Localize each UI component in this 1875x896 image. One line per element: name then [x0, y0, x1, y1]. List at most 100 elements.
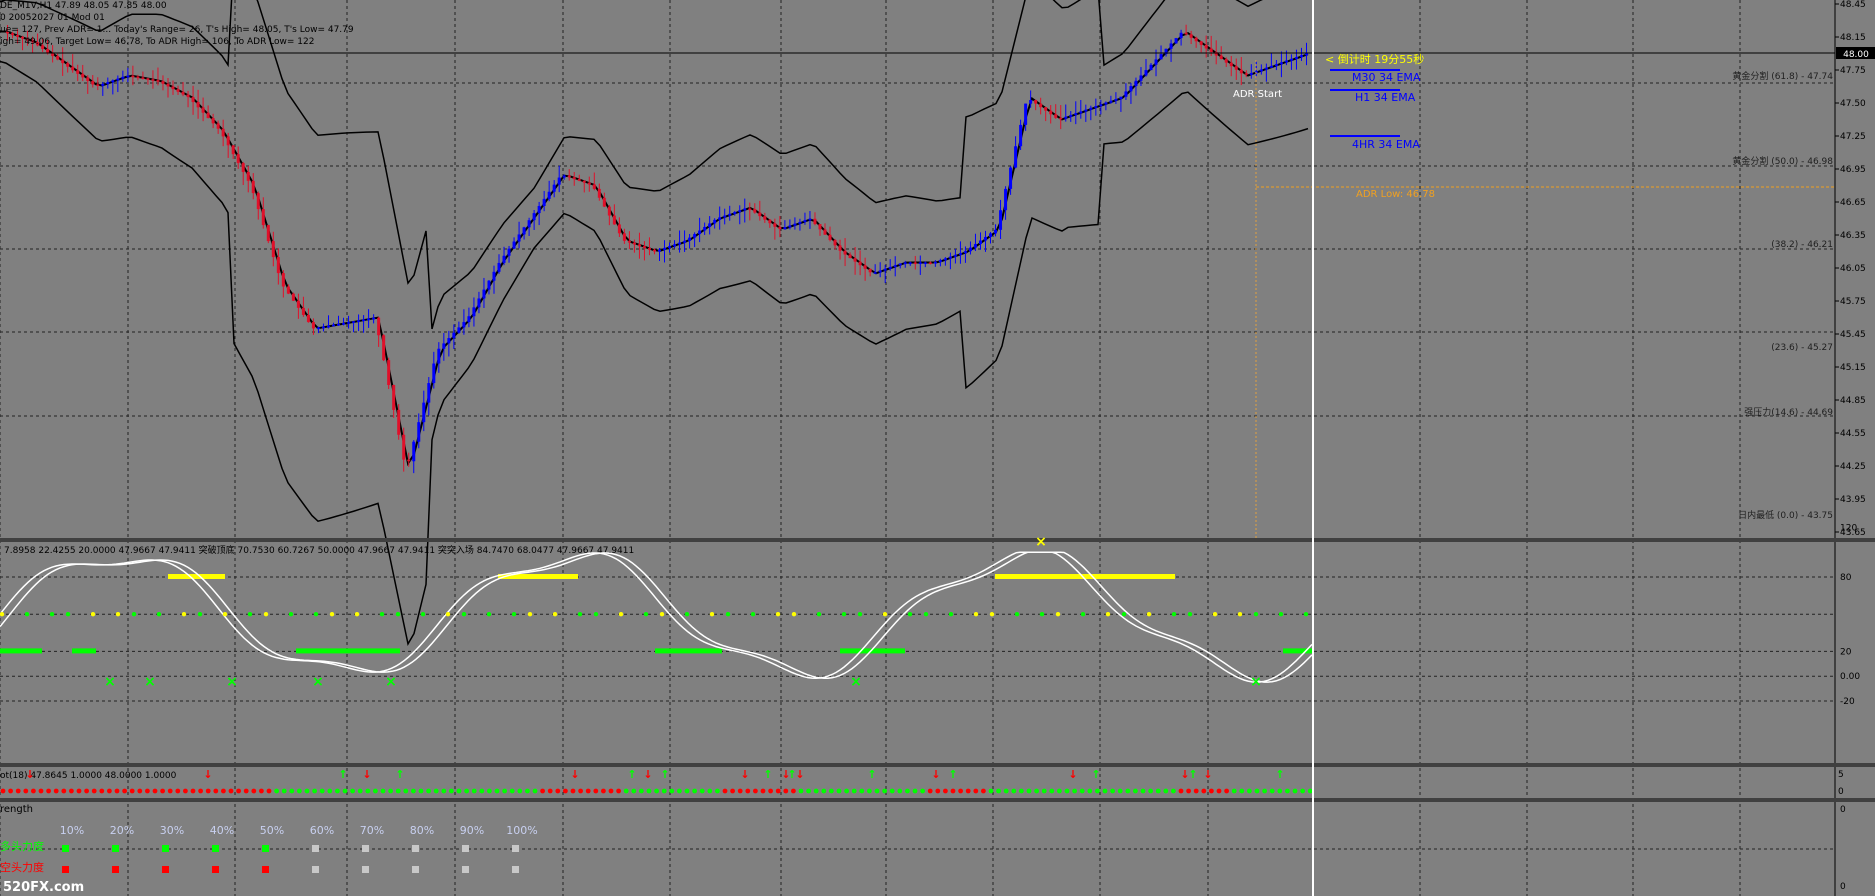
candle-body-119	[602, 197, 606, 207]
stoch-lines	[0, 551, 1313, 683]
adr-start-label: ADR Start	[1233, 89, 1282, 100]
stoch-dot-6	[131, 612, 137, 617]
stoch-dot-48	[1055, 612, 1061, 617]
bull-box-0	[62, 845, 69, 852]
signal-dot-1	[8, 788, 14, 794]
candle-body-44	[226, 136, 230, 146]
signal-arrow-16: ↑	[948, 768, 957, 781]
stoch-cross-yellow: ×	[1035, 534, 1047, 550]
candle-body-100	[507, 248, 511, 256]
candle-body-159	[803, 220, 807, 222]
candle-body-194	[978, 240, 982, 245]
signal-dot-161	[1224, 788, 1229, 794]
candle-body-93	[472, 307, 476, 317]
signal-dot-24	[183, 788, 188, 794]
signal-dot-28	[213, 788, 219, 794]
signal-dot-103	[783, 788, 789, 794]
signal-dot-138	[1049, 788, 1055, 794]
candle-body-171	[863, 265, 867, 269]
signal-dot-98	[745, 788, 751, 794]
candle-body-239	[1204, 44, 1208, 49]
stoch-dot-1	[24, 612, 30, 617]
signal-dot-67	[509, 788, 515, 794]
signal-dot-13	[99, 788, 105, 794]
stoch-dot-19	[420, 612, 426, 617]
candle-body-103	[522, 227, 526, 235]
signal-dot-81	[616, 788, 621, 794]
bull-box-7	[412, 845, 419, 852]
stoch-dot-40	[882, 612, 888, 617]
signal-dot-37	[281, 788, 287, 794]
candle-body-215	[1084, 109, 1088, 112]
signal-dot-136	[1034, 788, 1039, 794]
candle-body-79	[402, 434, 406, 460]
signal-dot-30	[228, 788, 234, 794]
signal-dot-83	[631, 788, 637, 794]
signal-dot-153	[1163, 788, 1169, 794]
candle-body-163	[823, 229, 827, 235]
signal-dot-84	[639, 788, 644, 794]
candle-body-251	[1264, 67, 1268, 70]
price-tick-0: 48.45	[1840, 0, 1866, 10]
stoch-dot-16	[354, 612, 360, 617]
stoch-dot-0	[0, 612, 5, 617]
candle-body-233	[1174, 38, 1178, 44]
candle-body-25	[131, 75, 135, 78]
signal-dot-20	[152, 788, 158, 794]
candle-body-235	[1184, 32, 1188, 35]
candle-body-47	[241, 163, 245, 172]
signal-dot-157	[1193, 788, 1199, 794]
signal-dot-7	[53, 788, 59, 794]
stoch-yellow-bar-0	[168, 574, 225, 579]
stoch-dot-42	[923, 612, 929, 617]
signal-dot-117	[889, 788, 895, 794]
stoch-dot-28	[618, 612, 624, 617]
price-tick-13: 44.55	[1840, 429, 1866, 439]
signal-dot-169	[1285, 788, 1290, 794]
dots-panel: ot(18) 47.8645 1.0000 48.0000 1.0000 5 0…	[0, 768, 1844, 797]
candle-body-48	[246, 171, 250, 181]
strength-pct-6: 70%	[360, 824, 384, 837]
candle-body-240	[1209, 48, 1213, 52]
signal-dot-36	[274, 788, 279, 794]
signal-arrow-15: ↓	[931, 768, 940, 781]
candle-body-156	[788, 225, 792, 228]
candle-body-253	[1274, 64, 1278, 66]
watermark: 520FX.com	[3, 880, 84, 895]
stoch-dot-34	[750, 612, 756, 617]
candle-body-63	[321, 326, 325, 329]
header-line-4: igh= 49.06, Target Low= 46.78, To ADR Hi…	[0, 37, 315, 47]
candle-body-224	[1129, 86, 1133, 92]
stoch-dot-56	[1237, 612, 1243, 617]
signal-dot-88	[669, 788, 675, 794]
candle-body-80	[407, 459, 411, 462]
candle-body-114	[577, 179, 581, 181]
signal-dot-0	[0, 788, 6, 794]
signal-arrow-9: ↓	[740, 768, 749, 781]
candle-body-216	[1089, 107, 1093, 110]
candle-body-59	[301, 307, 305, 315]
signal-dot-92	[699, 788, 705, 794]
candle-body-135	[683, 240, 687, 243]
signal-dot-72	[547, 788, 553, 794]
candle-body-40	[206, 112, 210, 119]
signal-dot-45	[342, 788, 348, 794]
signal-dot-73	[555, 788, 561, 794]
candle-body-210	[1059, 117, 1063, 120]
candle-body-258	[1299, 55, 1303, 58]
candle-body-45	[231, 145, 235, 155]
candle-body-86	[437, 348, 441, 364]
stoch-dot-12	[263, 612, 269, 617]
stoch-dot-23	[511, 612, 517, 617]
candle-body-89	[452, 332, 456, 339]
candle-body-14	[76, 70, 80, 74]
stoch-dot-57	[1253, 612, 1259, 617]
candle-body-257	[1294, 57, 1298, 59]
signal-arrow-8: ↑	[660, 768, 669, 781]
signal-dot-42	[319, 788, 325, 794]
candle-body-198	[999, 210, 1003, 230]
header-line-3: ue= 127, Prev ADR= 1... Today's Range= 2…	[0, 25, 354, 35]
candle-body-126	[637, 244, 641, 247]
signal-dot-114	[867, 788, 872, 794]
candle-body-68	[347, 322, 351, 324]
